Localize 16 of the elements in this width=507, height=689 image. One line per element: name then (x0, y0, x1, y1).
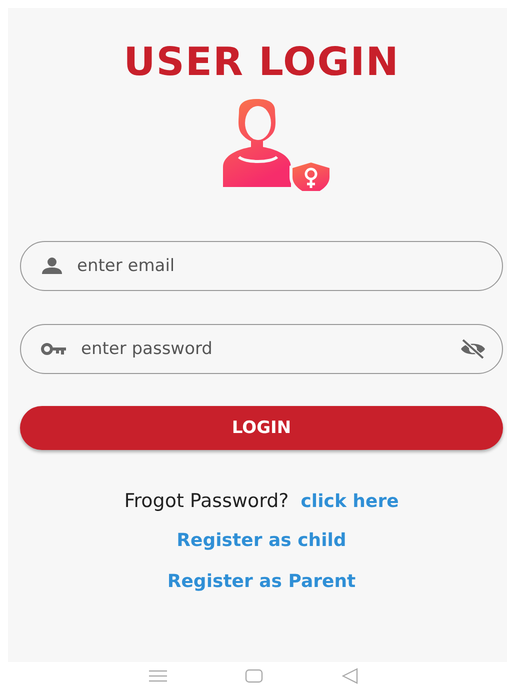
home-icon[interactable] (245, 668, 264, 682)
back-icon[interactable] (342, 668, 358, 684)
email-input[interactable]: enter email (77, 256, 486, 276)
login-title: USER LOGIN (124, 40, 400, 85)
key-icon (41, 342, 67, 356)
register-link[interactable]: Register as Parent (167, 571, 356, 592)
login-button[interactable]: LOGIN (20, 406, 503, 450)
forgot-password-text: Frogot Password? (124, 490, 289, 512)
password-input[interactable]: enter password (81, 339, 446, 359)
menu-icon[interactable] (149, 670, 168, 682)
email-field[interactable]: enter email (20, 241, 503, 291)
register-link[interactable]: Register as child (176, 530, 346, 551)
eye-slash-icon[interactable] (460, 338, 486, 360)
person-icon (41, 257, 63, 275)
click-here-link[interactable]: click here (300, 491, 399, 512)
password-field[interactable]: enter password (20, 324, 503, 374)
